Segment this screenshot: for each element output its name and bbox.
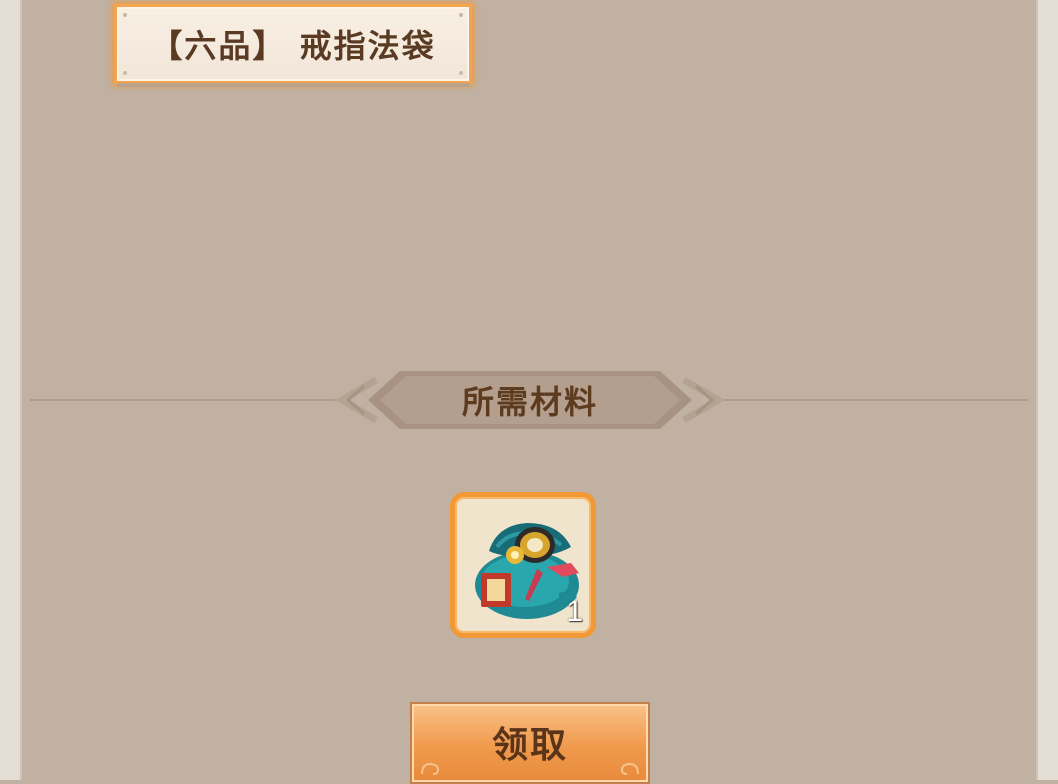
section-divider-left [30, 399, 340, 401]
plaque-corner-dot [459, 71, 463, 75]
claim-button-label: 领取 [491, 725, 568, 766]
reward-title: 【六品】 戒指法袋 [150, 27, 436, 65]
plaque-corner-dot [123, 13, 127, 17]
plaque-corner-dot [123, 71, 127, 75]
materials-section-banner: 所需材料 [330, 368, 730, 432]
claim-button[interactable]: 领取 [410, 702, 650, 784]
right-panel-edge [1036, 0, 1058, 780]
plaque-corner-dot [459, 13, 463, 17]
left-panel-edge [0, 0, 22, 780]
section-divider-right [720, 399, 1028, 401]
material-slot[interactable]: 1 [450, 492, 596, 638]
reward-title-plaque: 【六品】 戒指法袋 [114, 4, 472, 87]
cloud-ornament-icon [421, 762, 440, 775]
material-count: 1 [566, 595, 583, 628]
cloud-ornament-icon [620, 762, 639, 775]
section-title: 所需材料 [461, 383, 598, 421]
